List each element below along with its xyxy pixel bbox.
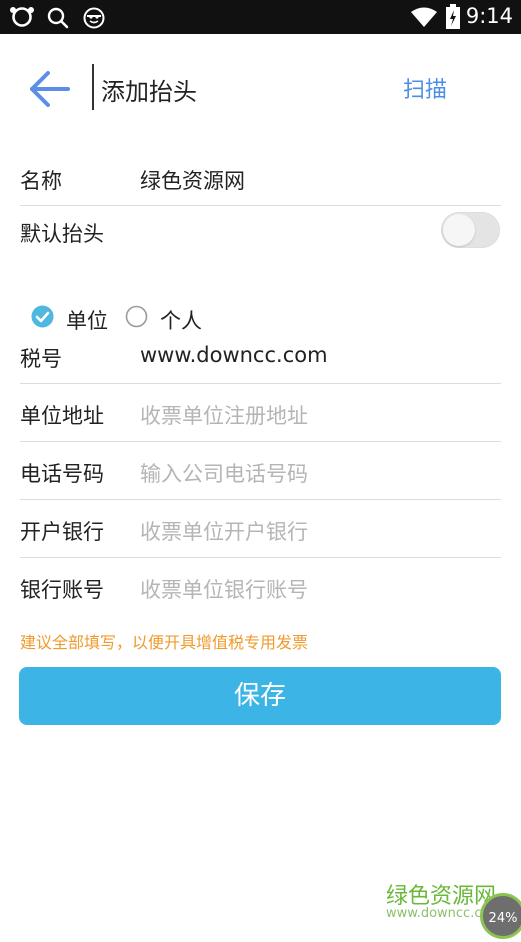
arrow-left-icon [30, 71, 70, 107]
unit-radio-label[interactable]: 单位 [66, 305, 108, 335]
status-time: 9:14 [465, 4, 513, 28]
phone-field[interactable]: 输入公司电话号码 [140, 458, 308, 488]
divider [20, 205, 501, 206]
unit-radio-checked-icon[interactable] [31, 305, 54, 328]
battery-icon [446, 4, 460, 29]
page-title: 添加抬头 [101, 78, 197, 106]
account-label: 银行账号 [20, 578, 104, 602]
scan-button[interactable]: 扫描 [403, 72, 447, 104]
name-field[interactable]: 绿色资源网 [140, 165, 245, 195]
face-icon [83, 7, 105, 29]
bank-label: 开户银行 [20, 520, 104, 544]
address-field[interactable]: 收票单位注册地址 [140, 400, 308, 430]
toggle-knob [443, 214, 475, 246]
back-button[interactable] [22, 64, 74, 114]
address-label: 单位地址 [20, 404, 104, 428]
divider [20, 383, 501, 384]
circle-app-icon [10, 7, 34, 27]
wifi-icon [411, 7, 437, 27]
person-radio-label[interactable]: 个人 [160, 305, 202, 335]
status-bar: 9:14 [0, 0, 521, 34]
fill-tip: 建议全部填写，以便开具增值税专用发票 [20, 633, 309, 652]
account-field[interactable]: 收票单位银行账号 [140, 574, 308, 604]
tax-no-field[interactable]: www.downcc.com [140, 343, 328, 367]
percent-badge: 24% [480, 893, 521, 939]
header-divider [92, 64, 94, 110]
phone-label: 电话号码 [20, 462, 104, 486]
save-button[interactable]: 保存 [19, 667, 501, 725]
header: 添加抬头 扫描 [0, 34, 521, 144]
person-radio-icon[interactable] [125, 305, 148, 328]
search-icon [47, 7, 69, 29]
divider [20, 557, 501, 558]
default-header-toggle[interactable] [441, 212, 500, 248]
name-label: 名称 [20, 169, 62, 193]
divider [20, 499, 501, 500]
default-header-label: 默认抬头 [20, 222, 104, 246]
divider [20, 441, 501, 442]
bank-field[interactable]: 收票单位开户银行 [140, 516, 308, 546]
tax-no-label: 税号 [20, 347, 62, 371]
